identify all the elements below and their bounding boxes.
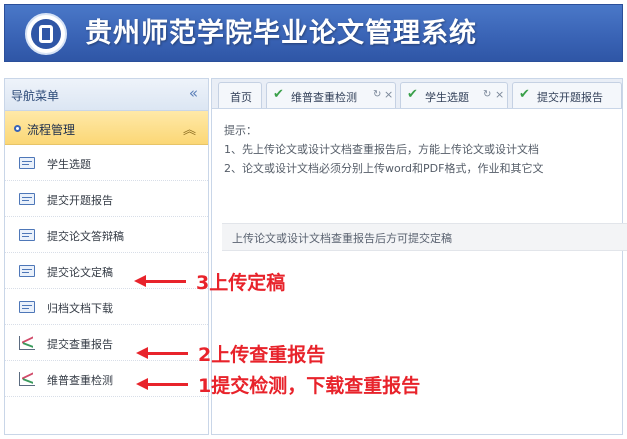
group-bullet-icon [14,125,21,132]
document-icon [19,193,35,205]
sidebar-item-label: 提交开题报告 [47,194,113,207]
chart-icon [19,336,35,350]
sidebar-item-label: 学生选题 [47,158,91,171]
close-icon[interactable]: × [384,88,393,101]
tab-home[interactable]: 首页 [218,82,262,108]
tips-title: 提示： [224,124,257,137]
tip-line: 1、先上传论文或设计文档查重报告后，方能上传论文或设计文档 [224,143,539,156]
tab-label: 提交开题报告 [537,91,603,104]
menu-group-label: 流程管理 [27,123,76,137]
document-icon [19,265,35,277]
sidebar-item-proposal-report[interactable]: 提交开题报告 [5,181,208,217]
sidebar-item-label: 维普查重检测 [47,374,113,387]
annotation-text: 3上传定稿 [196,272,286,294]
tab-label: 首页 [230,91,252,104]
refresh-icon[interactable]: ↻ [483,89,491,100]
chevron-up-icon[interactable]: ︽ [183,119,196,138]
refresh-icon[interactable]: ↻ [373,89,381,100]
close-icon[interactable]: × [495,88,504,101]
school-logo-icon [25,13,67,55]
tab-vip-check[interactable]: ✔ 维普查重检测 ↻ × [266,82,396,108]
sidebar-item-label: 提交查重报告 [47,338,113,351]
annotation-vip-check: 1提交检测，下载查重报告 [136,371,421,398]
collapse-sidebar-icon[interactable]: « [189,84,198,102]
tab-student-topic[interactable]: ✔ 学生选题 ↻ × [400,82,508,108]
document-icon [19,301,35,313]
sidebar-item-defense-draft[interactable]: 提交论文答辩稿 [5,217,208,253]
sidebar-item-label: 归档文档下载 [47,302,113,315]
tab-label: 维普查重检测 [291,91,357,104]
document-icon [19,229,35,241]
red-arrow-icon [136,347,188,359]
tips-block: 提示： 1、先上传论文或设计文档查重报告后，方能上传论文或设计文档 2、论文或设… [224,121,543,178]
annotation-plagiarism-report: 2上传查重报告 [136,340,326,367]
tab-label: 学生选题 [425,91,469,104]
tip-line: 2、论文或设计文档必须分别上传word和PDF格式，作业和其它文 [224,162,544,175]
red-arrow-icon [134,275,186,287]
tab-bar: 首页 ✔ 维普查重检测 ↻ × ✔ 学生选题 ↻ × ✔ 提交开题报告 [212,79,622,109]
notice-text: 上传论文或设计文档查重报告后方可提交定稿 [232,232,452,245]
check-icon: ✔ [273,87,284,102]
document-icon [19,157,35,169]
app-header: 贵州师范学院毕业论文管理系统 [4,4,623,62]
system-title: 贵州师范学院毕业论文管理系统 [85,18,477,49]
check-icon: ✔ [519,87,530,102]
tab-proposal-report[interactable]: ✔ 提交开题报告 [512,82,622,108]
chart-icon [19,372,35,386]
menu-group-process[interactable]: 流程管理 ︽ [5,111,208,145]
annotation-text: 2上传查重报告 [198,344,326,366]
annotation-final-draft: 3上传定稿 [134,268,286,295]
sidebar-item-label: 提交论文答辩稿 [47,230,124,243]
notice-bar: 上传论文或设计文档查重报告后方可提交定稿 [222,223,627,251]
sidebar-item-student-topic[interactable]: 学生选题 [5,145,208,181]
sidebar-item-label: 提交论文定稿 [47,266,113,279]
sidebar-title: 导航菜单 [11,89,60,103]
check-icon: ✔ [407,87,418,102]
annotation-text: 1提交检测，下载查重报告 [198,375,421,397]
sidebar-header: 导航菜单 « [5,79,208,111]
red-arrow-icon [136,378,188,390]
